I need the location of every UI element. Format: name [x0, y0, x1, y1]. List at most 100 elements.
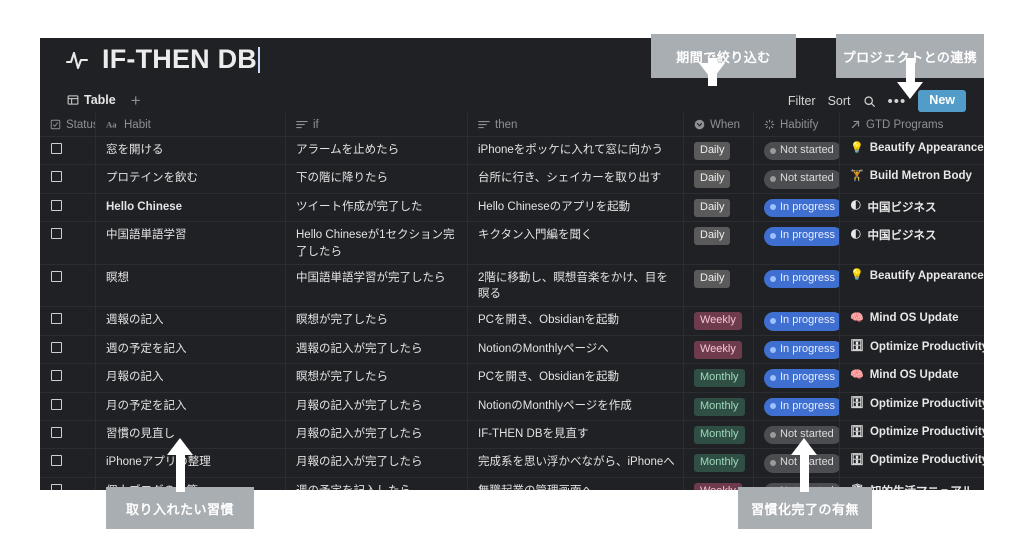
filter-button[interactable]: Filter	[788, 94, 816, 108]
row-gtd-cell[interactable]: 🗄 Optimize Productivity	[840, 449, 984, 476]
column-header-status[interactable]: Status	[40, 113, 96, 136]
search-icon[interactable]	[863, 95, 876, 108]
row-when-cell[interactable]: Weekly	[684, 307, 754, 335]
row-if-cell[interactable]: 瞑想が完了したら	[286, 364, 468, 392]
row-habitify-cell[interactable]: In progress	[754, 193, 840, 222]
row-habitify-cell[interactable]: Not started	[754, 137, 840, 165]
row-when-cell[interactable]: Monthly	[684, 421, 754, 449]
status-checkbox[interactable]	[51, 171, 62, 183]
row-habit-cell[interactable]: 窓を開ける	[96, 137, 286, 165]
table-row[interactable]: 瞑想 中国語単語学習が完了したら 2階に移動し、瞑想音楽をかけ、目を瞑る Daily I…	[40, 264, 984, 308]
new-button[interactable]: New	[918, 90, 966, 112]
row-status-cell[interactable]	[40, 421, 96, 449]
row-habit-cell[interactable]: 瞑想	[96, 264, 286, 307]
table-row[interactable]: 窓を開ける アラームを止めたら iPhoneをポッケに入れて窓に向かう Daily No…	[40, 137, 984, 166]
row-then-cell[interactable]: 完成系を思い浮かべながら、iPhoneへ	[468, 449, 684, 477]
status-checkbox[interactable]	[51, 455, 62, 467]
row-status-cell[interactable]	[40, 392, 96, 421]
row-status-cell[interactable]	[40, 307, 96, 335]
status-checkbox[interactable]	[51, 270, 62, 282]
status-checkbox[interactable]	[51, 313, 62, 325]
row-gtd-cell[interactable]: 🧠 Mind OS Update	[840, 364, 984, 391]
table-row[interactable]: Hello Chinese ツイート作成が完了した Hello Chineseのアプ…	[40, 193, 984, 223]
row-habitify-cell[interactable]: In progress	[754, 222, 840, 264]
row-status-cell[interactable]	[40, 137, 96, 165]
table-row[interactable]: 中国語単語学習 Hello Chineseが1セクション完了したら キクタン入門編を…	[40, 222, 984, 265]
row-gtd-cell[interactable]: 🌓 中国ビジネス	[840, 222, 984, 264]
status-checkbox[interactable]	[51, 483, 62, 490]
gtd-relation-link[interactable]: 🧠 Mind OS Update	[850, 369, 959, 381]
row-gtd-cell[interactable]: 🗄 Optimize Productivity	[840, 336, 984, 363]
row-when-cell[interactable]: Monthly	[684, 392, 754, 421]
row-when-cell[interactable]: Daily	[684, 222, 754, 264]
row-habitify-cell[interactable]: In progress	[754, 364, 840, 392]
row-then-cell[interactable]: Hello Chineseのアプリを起動	[468, 193, 684, 222]
row-gtd-cell[interactable]: 🌓 中国ビジネス	[840, 194, 984, 221]
row-if-cell[interactable]: 瞑想が完了したら	[286, 307, 468, 335]
row-then-cell[interactable]: 台所に行き、シェイカーを取り出す	[468, 165, 684, 193]
row-if-cell[interactable]: ツイート作成が完了した	[286, 193, 468, 222]
row-gtd-cell[interactable]: 🏋 Build Metron Body	[840, 165, 984, 192]
gtd-relation-link[interactable]: 🗄 Optimize Productivity	[850, 454, 984, 466]
row-when-cell[interactable]: Monthly	[684, 449, 754, 477]
row-habit-cell[interactable]: 中国語単語学習	[96, 222, 286, 264]
row-if-cell[interactable]: 中国語単語学習が完了したら	[286, 264, 468, 307]
row-gtd-cell[interactable]: 🧠 Mind OS Update	[840, 307, 984, 334]
row-habit-cell[interactable]: 週報の記入	[96, 307, 286, 335]
row-then-cell[interactable]: IF-THEN DBを見直す	[468, 421, 684, 449]
status-checkbox[interactable]	[51, 143, 62, 154]
gtd-relation-link[interactable]: 💡 Beautify Appearance	[850, 142, 984, 154]
row-then-cell[interactable]: NotionのMonthlyページへ	[468, 335, 684, 364]
row-then-cell[interactable]: iPhoneをポッケに入れて窓に向かう	[468, 137, 684, 165]
status-checkbox[interactable]	[51, 228, 62, 240]
table-row[interactable]: 月の予定を記入 月報の記入が完了したら NotionのMonthlyページを作成 Mo…	[40, 392, 984, 422]
row-then-cell[interactable]: NotionのMonthlyページを作成	[468, 392, 684, 421]
row-when-cell[interactable]: Daily	[684, 137, 754, 165]
gtd-relation-link[interactable]: 🗄 Optimize Productivity	[850, 341, 984, 353]
row-habitify-cell[interactable]: In progress	[754, 307, 840, 335]
add-view-button[interactable]: +	[125, 92, 147, 112]
column-header-then[interactable]: then	[468, 113, 684, 136]
row-when-cell[interactable]: Daily	[684, 193, 754, 222]
row-gtd-cell[interactable]: 💡 Beautify Appearance	[840, 137, 984, 164]
gtd-relation-link[interactable]: 🌓 中国ビジネス	[850, 227, 936, 243]
row-habitify-cell[interactable]: Not started	[754, 165, 840, 193]
row-status-cell[interactable]	[40, 335, 96, 364]
column-header-if[interactable]: if	[286, 113, 468, 136]
gtd-relation-link[interactable]: 🏋 Build Metron Body	[850, 170, 972, 182]
row-when-cell[interactable]: Daily	[684, 264, 754, 307]
row-status-cell[interactable]	[40, 193, 96, 222]
column-header-habit[interactable]: Aa Habit	[96, 113, 286, 136]
row-habit-cell[interactable]: Hello Chinese	[96, 193, 286, 222]
row-status-cell[interactable]	[40, 264, 96, 307]
row-then-cell[interactable]: PCを開き、Obsidianを起動	[468, 364, 684, 392]
column-header-habitify[interactable]: Habitify	[754, 113, 840, 136]
row-then-cell[interactable]: キクタン入門編を聞く	[468, 222, 684, 264]
row-if-cell[interactable]: 下の階に降りたら	[286, 165, 468, 193]
row-then-cell[interactable]: 2階に移動し、瞑想音楽をかけ、目を瞑る	[468, 264, 684, 307]
row-when-cell[interactable]: Monthly	[684, 364, 754, 392]
row-habit-cell[interactable]: 月報の記入	[96, 364, 286, 392]
row-status-cell[interactable]	[40, 165, 96, 193]
row-then-cell[interactable]: PCを開き、Obsidianを起動	[468, 307, 684, 335]
column-header-gtd-programs[interactable]: GTD Programs	[840, 113, 984, 136]
row-habitify-cell[interactable]: In progress	[754, 335, 840, 364]
row-gtd-cell[interactable]: 🗄 Optimize Productivity	[840, 393, 984, 420]
gtd-relation-link[interactable]: 💡 Beautify Appearance	[850, 270, 984, 282]
row-when-cell[interactable]: Weekly	[684, 335, 754, 364]
column-header-when[interactable]: When	[684, 113, 754, 136]
row-habit-cell[interactable]: 月の予定を記入	[96, 392, 286, 421]
row-gtd-cell[interactable]: 🗄 Optimize Productivity	[840, 421, 984, 448]
status-checkbox[interactable]	[51, 199, 62, 211]
tab-table[interactable]: Table	[62, 90, 121, 115]
database-title-row[interactable]: IF-THEN DB	[64, 46, 260, 74]
row-then-cell[interactable]: 無職起業の管理画面へ	[468, 477, 684, 490]
gtd-relation-link[interactable]: 🗄 Optimize Productivity	[850, 398, 984, 410]
row-habitify-cell[interactable]: In progress	[754, 264, 840, 307]
row-when-cell[interactable]: Daily	[684, 165, 754, 193]
gtd-relation-link[interactable]: 🗄 Optimize Productivity	[850, 426, 984, 438]
status-checkbox[interactable]	[51, 370, 62, 382]
row-gtd-cell[interactable]: 💡 Beautify Appearance	[840, 265, 984, 307]
row-habit-cell[interactable]: 週の予定を記入	[96, 335, 286, 364]
row-if-cell[interactable]: アラームを止めたら	[286, 137, 468, 165]
